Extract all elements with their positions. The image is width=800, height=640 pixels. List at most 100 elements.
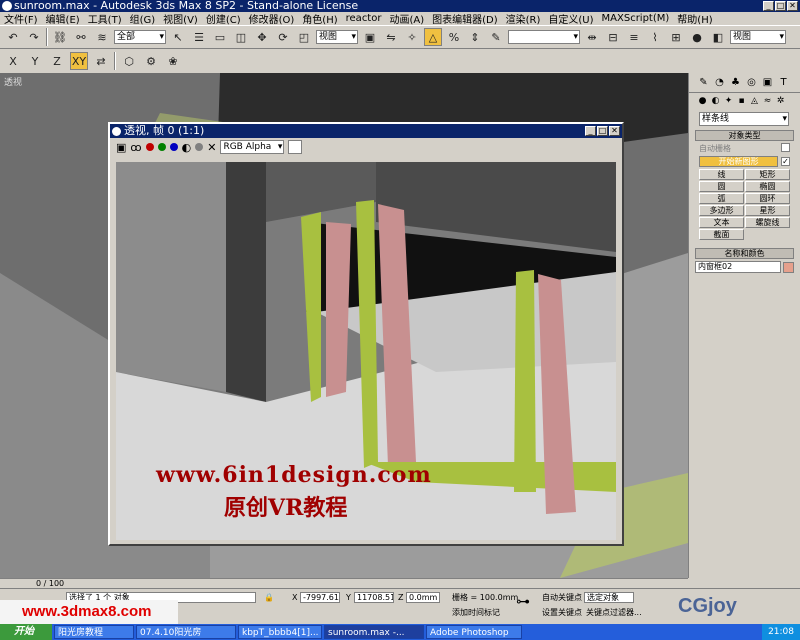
array-icon[interactable]: ⬡ bbox=[120, 52, 138, 70]
donut-button[interactable]: 圆环 bbox=[745, 193, 790, 204]
time-slider[interactable]: 0 / 100 bbox=[0, 578, 688, 588]
hierarchy-tab-icon[interactable]: ♣ bbox=[729, 76, 742, 89]
modify-tab-icon[interactable]: ◔ bbox=[713, 76, 726, 89]
app-icon[interactable] bbox=[2, 1, 12, 11]
menu-reactor[interactable]: reactor bbox=[346, 13, 382, 24]
snap-25-icon[interactable]: ✧ bbox=[403, 28, 421, 46]
arc-button[interactable]: 弧 bbox=[699, 193, 744, 204]
name-color-rollout[interactable]: 名称和颜色 bbox=[695, 248, 794, 259]
axis-xy-button[interactable]: XY bbox=[70, 52, 88, 70]
menu-rendering[interactable]: 渲染(R) bbox=[506, 11, 541, 26]
quick-render-icon[interactable]: ⚙ bbox=[142, 52, 160, 70]
utilities-tab-icon[interactable]: T bbox=[777, 76, 790, 89]
menu-views[interactable]: 视图(V) bbox=[163, 11, 198, 26]
red-channel-icon[interactable] bbox=[145, 143, 154, 151]
clear-icon[interactable]: ✕ bbox=[207, 141, 216, 154]
schematic-view-icon[interactable]: ⊞ bbox=[667, 28, 685, 46]
menu-help[interactable]: 帮助(H) bbox=[677, 11, 712, 26]
key-mode-select[interactable]: 选定对象 bbox=[584, 592, 634, 603]
shapes-icon[interactable]: ◐ bbox=[710, 96, 721, 107]
unlink-icon[interactable]: ⚯ bbox=[72, 28, 90, 46]
star-button[interactable]: 星形 bbox=[745, 205, 790, 216]
green-channel-icon[interactable] bbox=[157, 143, 166, 151]
blue-channel-icon[interactable] bbox=[169, 143, 178, 151]
link-icon[interactable]: ⛓ bbox=[51, 28, 69, 46]
add-time-tag[interactable]: 添加时间标记 bbox=[452, 607, 500, 618]
redo-icon[interactable]: ↷ bbox=[25, 28, 43, 46]
menu-file[interactable]: 文件(F) bbox=[4, 11, 38, 26]
angle-snap-icon[interactable]: △ bbox=[424, 28, 442, 46]
task-item[interactable]: 07.4.10阳光房 bbox=[136, 625, 236, 639]
create-tab-icon[interactable]: ✎ bbox=[697, 76, 710, 89]
material-editor-icon[interactable]: ● bbox=[688, 28, 706, 46]
undo-icon[interactable]: ↶ bbox=[4, 28, 22, 46]
menu-create[interactable]: 创建(C) bbox=[206, 11, 241, 26]
shape-category-select[interactable]: 样条线 bbox=[699, 112, 789, 126]
curve-editor-icon[interactable]: ⌇ bbox=[646, 28, 664, 46]
circle-button[interactable]: 圆 bbox=[699, 181, 744, 192]
key-icon[interactable]: ⊶ bbox=[516, 595, 530, 609]
text-button[interactable]: 文本 bbox=[699, 217, 744, 228]
layer-manager-icon[interactable]: ≡ bbox=[625, 28, 643, 46]
y-coord-field[interactable]: 11708.511 bbox=[354, 592, 394, 603]
object-type-rollout[interactable]: 对象类型 bbox=[695, 130, 794, 141]
ellipse-button[interactable]: 椭圆 bbox=[745, 181, 790, 192]
auto-key-button[interactable]: 自动关键点 bbox=[542, 592, 582, 603]
edit-named-selection-icon[interactable]: ✎ bbox=[487, 28, 505, 46]
mirror-icon[interactable]: ⇋ bbox=[382, 28, 400, 46]
helix-button[interactable]: 螺旋线 bbox=[745, 217, 790, 228]
menu-graph-editors[interactable]: 图表编辑器(D) bbox=[432, 11, 498, 26]
start-new-shape-button[interactable]: 开始新图形 bbox=[699, 156, 778, 167]
key-filters-button[interactable]: 关键点过滤器... bbox=[586, 607, 642, 618]
select-by-name-icon[interactable]: ☰ bbox=[190, 28, 208, 46]
menu-customize[interactable]: 自定义(U) bbox=[548, 11, 593, 26]
vfb-maximize-button[interactable]: □ bbox=[597, 126, 608, 136]
display-tab-icon[interactable]: ▣ bbox=[761, 76, 774, 89]
task-item-active[interactable]: sunroom.max -... bbox=[324, 625, 424, 639]
window-crossing-icon[interactable]: ◫ bbox=[232, 28, 250, 46]
x-coord-field[interactable]: -7997.613 bbox=[300, 592, 340, 603]
menu-group[interactable]: 组(G) bbox=[130, 11, 156, 26]
systems-icon[interactable]: ✲ bbox=[775, 96, 786, 107]
bind-space-warp-icon[interactable]: ≋ bbox=[93, 28, 111, 46]
line-button[interactable]: 线 bbox=[699, 169, 744, 180]
menu-modifiers[interactable]: 修改器(O) bbox=[249, 11, 295, 26]
rotate-icon[interactable]: ⟳ bbox=[274, 28, 292, 46]
axis-y-button[interactable]: Y bbox=[26, 52, 44, 70]
snapshot-icon[interactable]: ❀ bbox=[164, 52, 182, 70]
axis-z-button[interactable]: Z bbox=[48, 52, 66, 70]
clone-window-icon[interactable]: ꝏ bbox=[130, 141, 141, 154]
autogrid-checkbox[interactable] bbox=[781, 143, 790, 152]
alpha-channel-icon[interactable]: ◐ bbox=[182, 141, 192, 154]
select-object-icon[interactable]: ↖ bbox=[169, 28, 187, 46]
render-scene-icon[interactable]: ◧ bbox=[709, 28, 727, 46]
viewport-label[interactable]: 透视 bbox=[4, 75, 22, 88]
menu-animation[interactable]: 动画(A) bbox=[389, 11, 424, 26]
spacewarps-icon[interactable]: ≈ bbox=[762, 96, 773, 107]
z-coord-field[interactable]: 0.0mm bbox=[406, 592, 440, 603]
mono-channel-icon[interactable] bbox=[195, 143, 204, 151]
object-color-swatch[interactable] bbox=[783, 261, 794, 273]
vfb-close-button[interactable]: ✕ bbox=[609, 126, 620, 136]
axis-cycle-icon[interactable]: ⇄ bbox=[92, 52, 110, 70]
task-item[interactable]: 阳光房教程 bbox=[54, 625, 134, 639]
start-button[interactable]: 开始 bbox=[0, 624, 52, 640]
section-button[interactable]: 截面 bbox=[699, 229, 744, 240]
ngon-button[interactable]: 多边形 bbox=[699, 205, 744, 216]
task-item[interactable]: Adobe Photoshop bbox=[426, 625, 522, 639]
rectangle-button[interactable]: 矩形 bbox=[745, 169, 790, 180]
rect-selection-icon[interactable]: ▭ bbox=[211, 28, 229, 46]
percent-snap-icon[interactable]: % bbox=[445, 28, 463, 46]
maximize-button[interactable]: □ bbox=[775, 1, 786, 11]
selection-filter-select[interactable]: 全部 bbox=[114, 30, 166, 44]
spinner-snap-icon[interactable]: ⇕ bbox=[466, 28, 484, 46]
save-image-icon[interactable]: ▣ bbox=[116, 141, 126, 154]
named-selection-select[interactable] bbox=[508, 30, 580, 44]
view-render-select[interactable]: 视图 bbox=[730, 30, 786, 44]
close-button[interactable]: ✕ bbox=[787, 1, 798, 11]
geometry-icon[interactable]: ● bbox=[697, 96, 708, 107]
mirror-tool-icon[interactable]: ⇹ bbox=[583, 28, 601, 46]
minimize-button[interactable]: _ bbox=[763, 1, 774, 11]
task-item[interactable]: kbpT_bbbb4[1]... bbox=[238, 625, 322, 639]
move-icon[interactable]: ✥ bbox=[253, 28, 271, 46]
